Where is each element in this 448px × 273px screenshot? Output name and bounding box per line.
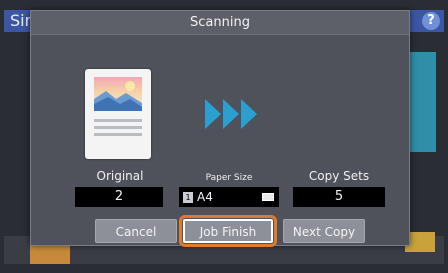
paper-tray-icon — [262, 193, 274, 201]
help-icon[interactable]: ? — [422, 12, 440, 30]
copy-sets-label: Copy Sets — [308, 169, 370, 183]
document-icon — [85, 69, 151, 159]
tray-index: 1 — [183, 192, 193, 203]
original-value: 2 — [75, 187, 163, 207]
document-image — [94, 77, 142, 111]
next-copy-button[interactable]: Next Copy — [283, 219, 365, 243]
dialog-title: Scanning — [31, 11, 409, 35]
side-panel — [410, 52, 436, 152]
cancel-button[interactable]: Cancel — [95, 219, 177, 243]
original-label: Original — [96, 169, 144, 183]
document-line — [94, 119, 142, 122]
copy-sets-value: 5 — [293, 187, 385, 207]
arrows-icon — [203, 95, 263, 133]
document-line — [94, 126, 142, 129]
document-line — [94, 133, 142, 136]
paper-size-text: A4 — [197, 190, 213, 204]
scanning-dialog: Scanning Original 2 Paper Size 1 A4 Copy … — [30, 10, 410, 247]
paper-size-value: 1 A4 — [179, 187, 279, 207]
paper-size-label: Paper Size — [205, 173, 253, 183]
job-finish-button[interactable]: Job Finish — [179, 215, 277, 247]
